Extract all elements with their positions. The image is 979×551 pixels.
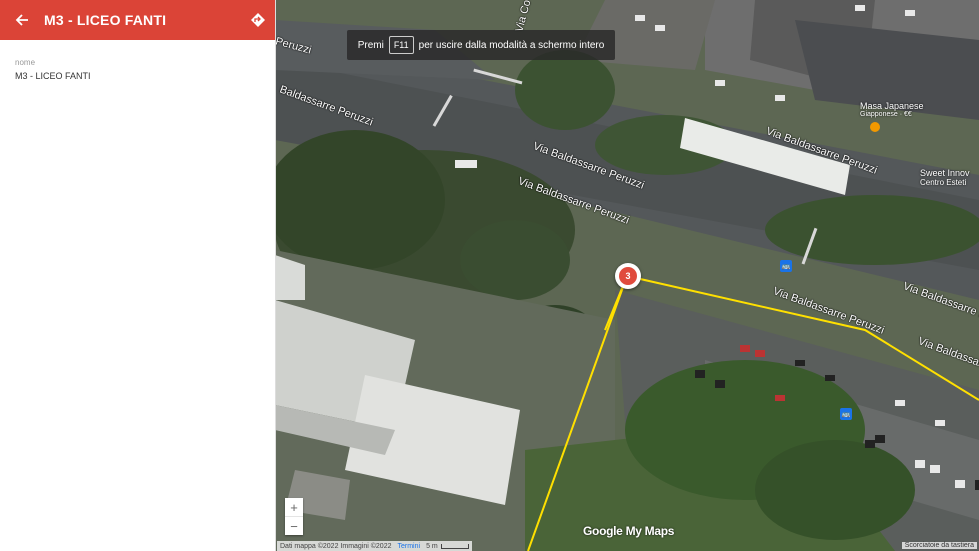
map-marker[interactable]: 3 <box>615 263 641 289</box>
zoom-out-button[interactable]: − <box>285 516 303 535</box>
map-attribution: Dati mappa ©2022 Immagini ©2022 Termini … <box>277 541 472 551</box>
fullscreen-notice: Premi F11 per uscire dalla modalità a sc… <box>347 30 615 60</box>
poi-sub: Giapponese · €€ <box>860 111 912 118</box>
field-value: M3 - LICEO FANTI <box>15 71 91 81</box>
poi-label[interactable]: Masa Japanese Giapponese · €€ <box>860 101 924 118</box>
poi-name: Masa Japanese <box>860 101 924 111</box>
directions-icon <box>251 13 265 27</box>
back-button[interactable] <box>0 0 44 40</box>
directions-button[interactable] <box>241 0 275 40</box>
poi-marker-icon[interactable] <box>870 122 880 132</box>
panel-title: M3 - LICEO FANTI <box>44 12 167 28</box>
arrow-left-icon <box>15 14 28 26</box>
fullscreen-notice-prefix: Premi <box>357 39 384 51</box>
zoom-controls: + − <box>285 498 303 535</box>
terms-link[interactable]: Termini <box>398 543 421 550</box>
zoom-in-button[interactable]: + <box>285 498 303 516</box>
feature-details-panel: M3 - LICEO FANTI nome M3 - LICEO FANTI <box>0 0 276 551</box>
attribution-text: Dati mappa ©2022 Immagini ©2022 <box>280 542 392 550</box>
name-field: nome M3 - LICEO FANTI <box>0 40 275 81</box>
panel-header: M3 - LICEO FANTI <box>0 0 275 40</box>
keyboard-shortcuts-link[interactable]: Scorciatoie da tastiera <box>901 542 977 549</box>
google-my-maps-logo: Google My Maps <box>583 524 675 538</box>
marker-number: 3 <box>619 267 637 285</box>
field-label: nome <box>15 58 36 67</box>
scale-bar <box>440 543 469 549</box>
scale-label: 5 m <box>426 542 438 550</box>
bus-stop-icon[interactable]: 🚌 <box>780 260 792 272</box>
poi-label[interactable]: Sweet Innov Centro Esteti <box>920 168 970 187</box>
fullscreen-notice-suffix: per uscire dalla modalità a schermo inte… <box>418 39 605 51</box>
f11-key: F11 <box>388 36 414 54</box>
poi-sub: Centro Esteti <box>920 178 967 187</box>
bus-stop-icon[interactable]: 🚌 <box>840 408 852 420</box>
poi-name: Sweet Innov <box>920 168 970 178</box>
